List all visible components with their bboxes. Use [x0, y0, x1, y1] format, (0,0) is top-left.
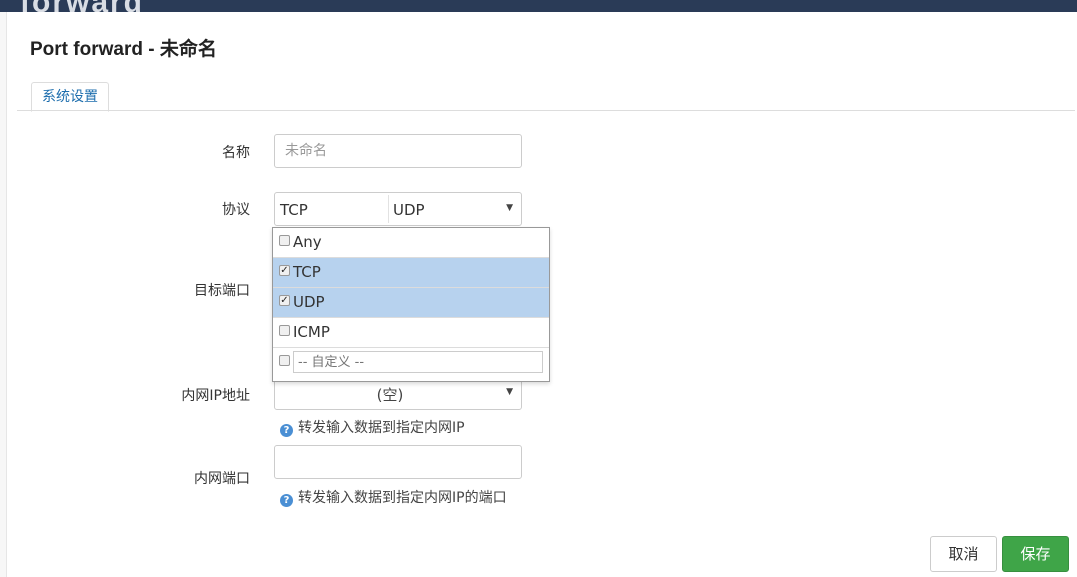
protocol-option-tcp[interactable]: ✓ TCP: [273, 258, 549, 288]
lan-port-label: 内网端口: [194, 471, 250, 487]
lan-ip-label: 内网IP地址: [181, 388, 250, 404]
protocol-option-any[interactable]: Any: [273, 228, 549, 258]
lan-port-help-text: 转发输入数据到指定内网IP的端口: [298, 490, 507, 506]
option-label: TCP: [293, 263, 321, 281]
dialog-title: Port forward - 未命名: [30, 39, 217, 60]
checkbox-checked[interactable]: ✓: [279, 295, 290, 306]
option-label: Any: [293, 233, 322, 251]
chevron-down-icon: ▼: [506, 387, 513, 397]
cancel-button[interactable]: 取消: [930, 536, 997, 572]
protocol-select[interactable]: TCP UDP ▼: [274, 192, 522, 226]
checkbox[interactable]: [279, 235, 290, 246]
option-label: ICMP: [293, 323, 330, 341]
checkbox[interactable]: [279, 355, 290, 366]
port-forward-dialog: Port forward - 未命名 系统设置 名称 协议 TCP UDP ▼ …: [7, 12, 1077, 577]
target-port-label: 目标端口: [194, 283, 250, 299]
name-label: 名称: [222, 145, 250, 161]
tabs-divider: [17, 110, 1075, 111]
option-label: UDP: [293, 293, 325, 311]
checkbox-checked[interactable]: ✓: [279, 265, 290, 276]
protocol-dropdown-list: Any ✓ TCP ✓ UDP ICMP: [272, 227, 550, 382]
background-window-strip: forward: [0, 0, 1077, 19]
chevron-down-icon: ▼: [506, 203, 513, 213]
help-icon: ?: [280, 494, 293, 507]
protocol-option-icmp[interactable]: ICMP: [273, 318, 549, 348]
lan-ip-help-text: 转发输入数据到指定内网IP: [298, 420, 465, 436]
checkbox[interactable]: [279, 325, 290, 336]
help-icon: ?: [280, 424, 293, 437]
name-input[interactable]: [274, 134, 522, 168]
protocol-option-custom[interactable]: [273, 348, 549, 378]
lan-port-help: ? 转发输入数据到指定内网IP的端口: [280, 487, 507, 507]
save-button[interactable]: 保存: [1002, 536, 1069, 572]
lan-ip-help: ? 转发输入数据到指定内网IP: [280, 417, 465, 437]
lan-port-input[interactable]: [274, 445, 522, 479]
protocol-selected-udp: UDP: [393, 201, 425, 219]
background-edge: [0, 12, 7, 577]
protocol-label: 协议: [222, 202, 250, 218]
protocol-option-udp[interactable]: ✓ UDP: [273, 288, 549, 318]
tab-system-settings[interactable]: 系统设置: [31, 82, 109, 112]
footer-divider: [7, 532, 1077, 533]
protocol-divider: [388, 195, 389, 223]
protocol-selected-tcp: TCP: [280, 201, 308, 219]
lan-ip-value: (空): [376, 386, 404, 404]
custom-protocol-input[interactable]: [293, 351, 543, 373]
